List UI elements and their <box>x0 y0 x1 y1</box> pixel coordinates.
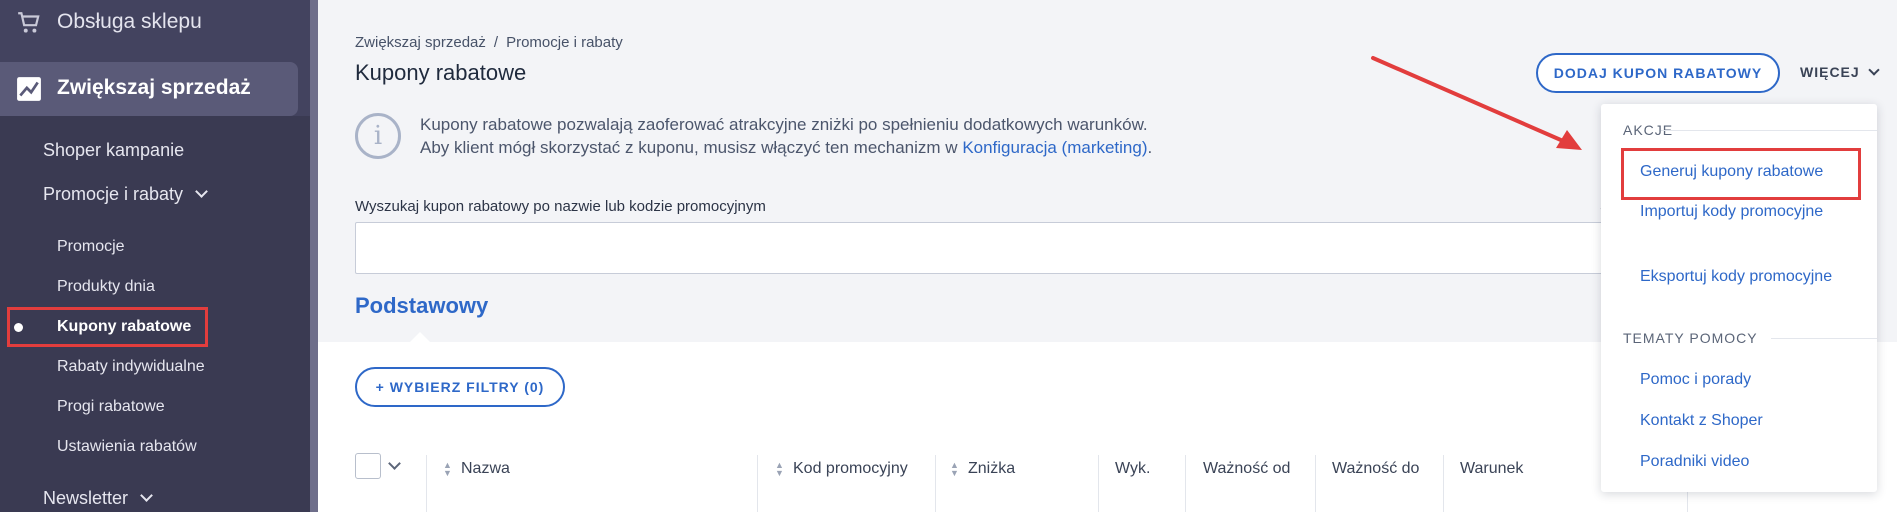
sort-icon: ▲ ▼ <box>950 459 959 478</box>
column-divider <box>1443 455 1444 512</box>
sidebar-item-promotions[interactable]: Promocje <box>57 238 125 256</box>
column-divider <box>757 455 758 512</box>
sidebar-item-discount-settings[interactable]: Ustawienia rabatów <box>57 438 197 456</box>
info-icon: i <box>355 113 401 159</box>
sidebar-item-label: Zwiększaj sprzedaż <box>57 76 251 99</box>
breadcrumb-link[interactable]: Zwiększaj sprzedaż <box>355 34 486 51</box>
highlight-box <box>7 307 208 347</box>
sidebar-item-shop-service[interactable]: Obsługa sklepu <box>0 0 310 50</box>
column-header-code[interactable]: ▲ ▼ Kod promocyjny <box>775 460 908 478</box>
tab-indicator <box>408 332 432 344</box>
select-filters-button[interactable]: + WYBIERZ FILTRY (0) <box>355 367 565 407</box>
info-text: Aby klient mógł skorzystać z kuponu, mus… <box>420 138 963 157</box>
info-text: . <box>1147 138 1153 157</box>
column-label: Zniżka <box>968 460 1016 477</box>
breadcrumb-separator: / <box>493 34 499 51</box>
menu-item-export-codes[interactable]: Eksportuj kody promocyjne <box>1640 265 1840 288</box>
info-line-2: Aby klient mógł skorzystać z kuponu, mus… <box>420 136 1152 159</box>
column-header-condition[interactable]: Warunek <box>1460 460 1523 478</box>
tab-basic[interactable]: Podstawowy <box>355 293 488 319</box>
chevron-down-icon <box>195 185 208 198</box>
sidebar: Obsługa sklepu Zwiększaj sprzedaż Shoper… <box>0 0 318 512</box>
annotation-arrow-icon <box>1371 56 1582 150</box>
more-button[interactable]: WIĘCEJ <box>1800 64 1880 80</box>
column-header-used[interactable]: Wyk. <box>1115 460 1150 478</box>
column-divider <box>935 455 936 512</box>
column-header-valid-from[interactable]: Ważność od <box>1203 460 1290 478</box>
page-title: Kupony rabatowe <box>355 60 527 85</box>
sidebar-item-increase-sales[interactable]: Zwiększaj sprzedaż <box>0 62 298 116</box>
config-marketing-link[interactable]: Konfiguracja (marketing) <box>962 138 1147 157</box>
sidebar-item-discount-thresholds[interactable]: Progi rabatowe <box>57 398 165 416</box>
chevron-down-icon <box>140 489 153 502</box>
column-header-valid-to[interactable]: Ważność do <box>1332 460 1419 478</box>
highlight-box <box>1621 148 1861 200</box>
chart-icon <box>17 77 41 101</box>
info-line-1: Kupony rabatowe pozwalają zaoferować atr… <box>420 115 1148 134</box>
search-input[interactable] <box>355 222 1615 274</box>
menu-item-help-tips[interactable]: Pomoc i porady <box>1640 368 1840 391</box>
dropdown-divider <box>1771 338 1877 339</box>
sidebar-item-label: Newsletter <box>43 488 129 508</box>
sidebar-item-promotions-discounts[interactable]: Promocje i rabaty <box>43 184 208 205</box>
sidebar-item-individual-discounts[interactable]: Rabaty indywidualne <box>57 358 205 376</box>
sidebar-item-shoper-campaigns[interactable]: Shoper kampanie <box>43 140 184 161</box>
sidebar-item-label: Promocje i rabaty <box>43 184 184 204</box>
sidebar-item-newsletter[interactable]: Newsletter <box>43 488 153 509</box>
select-all-checkbox[interactable] <box>355 453 381 479</box>
sidebar-scrollbar[interactable] <box>310 0 318 512</box>
sidebar-item-label: Obsługa sklepu <box>57 10 202 33</box>
breadcrumb: Zwiększaj sprzedaż / Promocje i rabaty <box>355 34 623 51</box>
sort-icon: ▲ ▼ <box>775 459 784 478</box>
column-divider <box>1185 455 1186 512</box>
more-label: WIĘCEJ <box>1800 64 1860 80</box>
column-divider <box>1098 455 1099 512</box>
menu-item-video-guides[interactable]: Poradniki video <box>1640 450 1840 473</box>
menu-item-import-codes[interactable]: Importuj kody promocyjne <box>1640 200 1840 223</box>
sidebar-item-products-of-day[interactable]: Produkty dnia <box>57 278 155 296</box>
chevron-down-icon <box>1868 64 1880 76</box>
column-divider <box>1315 455 1316 512</box>
column-label: Nazwa <box>461 460 510 477</box>
column-header-discount[interactable]: ▲ ▼ Zniżka <box>950 460 1015 478</box>
column-label: Kod promocyjny <box>793 460 908 477</box>
search-label: Wyszukaj kupon rabatowy po nazwie lub ko… <box>355 198 766 215</box>
column-divider <box>426 455 427 512</box>
cart-icon <box>18 12 40 33</box>
dropdown-divider <box>1661 130 1877 131</box>
info-message: Kupony rabatowe pozwalają zaoferować atr… <box>420 113 1152 159</box>
column-header-name[interactable]: ▲ ▼ Nazwa <box>443 460 510 478</box>
breadcrumb-current[interactable]: Promocje i rabaty <box>506 34 623 51</box>
sort-icon: ▲ ▼ <box>443 459 452 478</box>
dropdown-header-help: TEMATY POMOCY <box>1623 330 1758 346</box>
menu-item-contact-shoper[interactable]: Kontakt z Shoper <box>1640 409 1840 432</box>
